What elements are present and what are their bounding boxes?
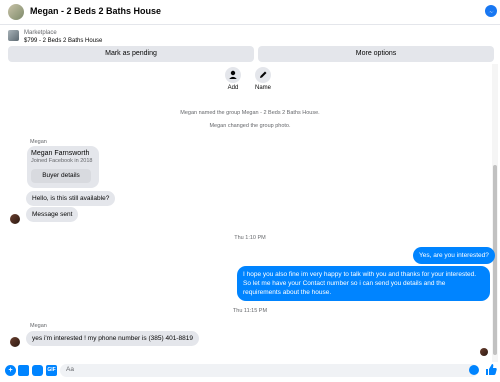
plus-circle-icon[interactable]: + — [5, 365, 16, 376]
name-label: Name — [254, 85, 271, 91]
system-message: Megan named the group Megan - 2 Beds 2 B… — [180, 110, 320, 116]
messenger-icon[interactable] — [485, 5, 497, 17]
seen-avatar — [480, 348, 488, 356]
marketplace-label: Marketplace — [24, 30, 57, 36]
add-label: Add — [227, 85, 239, 91]
gif-icon[interactable]: GIF — [46, 365, 57, 376]
incoming-message: Message sent — [26, 207, 79, 222]
avatar[interactable] — [10, 214, 20, 224]
more-options-button[interactable]: More options — [258, 46, 494, 62]
image-icon[interactable] — [18, 365, 29, 376]
message-input-placeholder: Aa — [66, 366, 74, 373]
outgoing-message: I hope you also fine im very happy to ta… — [237, 266, 490, 301]
add-people-button[interactable] — [225, 67, 241, 83]
system-message: Megan changed the group photo. — [209, 123, 291, 129]
listing-thumbnail[interactable] — [8, 30, 19, 41]
buyer-joined: Joined Facebook in 2018 — [31, 158, 93, 164]
timestamp: Thu 1:10 PM — [234, 235, 266, 241]
group-avatar[interactable] — [8, 4, 24, 20]
message-input[interactable] — [60, 364, 478, 377]
incoming-message: Hello, is this still available? — [26, 191, 116, 206]
emoji-icon[interactable] — [469, 365, 479, 375]
mark-as-pending-button[interactable]: Mark as pending — [8, 46, 254, 62]
conversation-title[interactable]: Megan - 2 Beds 2 Baths House — [30, 6, 161, 16]
incoming-message: yes i'm interested ! my phone number is … — [26, 331, 199, 346]
buyer-name: Megan Farnsworth — [31, 150, 90, 157]
thumbs-up-icon[interactable] — [485, 363, 497, 381]
sender-name: Megan — [30, 139, 47, 145]
name-group-button[interactable] — [255, 67, 271, 83]
timestamp: Thu 11:15 PM — [232, 308, 268, 314]
outgoing-message: Yes, are you interested? — [413, 247, 495, 264]
avatar[interactable] — [10, 337, 20, 347]
pencil-icon — [260, 71, 267, 78]
person-add-icon — [229, 70, 237, 79]
listing-title[interactable]: $799 - 2 Beds 2 Baths House — [24, 38, 102, 44]
sticker-icon[interactable] — [32, 365, 43, 376]
sender-name: Megan — [30, 323, 47, 329]
buyer-details-button[interactable]: Buyer details — [31, 169, 91, 183]
